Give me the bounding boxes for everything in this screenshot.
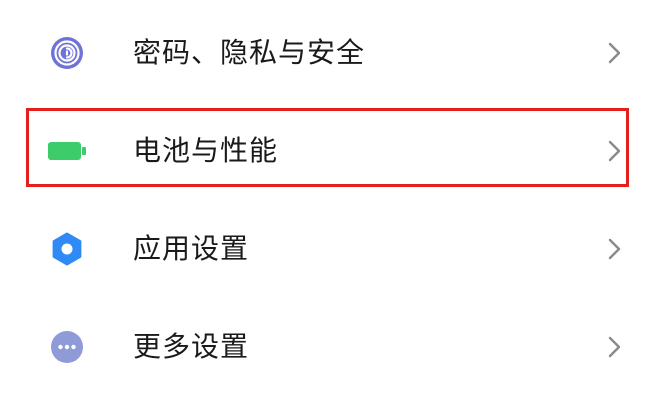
settings-item-more[interactable]: 更多设置 (0, 298, 653, 396)
chevron-right-icon (608, 336, 621, 358)
fingerprint-icon (47, 33, 87, 73)
settings-item-label: 电池与性能 (133, 134, 279, 167)
more-dots-icon (47, 327, 87, 367)
chevron-right-icon (608, 238, 621, 260)
gear-icon (47, 229, 87, 269)
settings-list: 密码、隐私与安全 电池与性能 应用设置 更多设置 (0, 0, 653, 390)
settings-item-apps[interactable]: 应用设置 (0, 200, 653, 298)
settings-item-privacy[interactable]: 密码、隐私与安全 (0, 4, 653, 102)
settings-item-battery[interactable]: 电池与性能 (0, 102, 653, 200)
battery-icon (47, 131, 87, 171)
settings-item-label: 密码、隐私与安全 (133, 36, 366, 69)
chevron-right-icon (608, 42, 621, 64)
settings-item-label: 更多设置 (133, 330, 250, 363)
chevron-right-icon (608, 140, 621, 162)
settings-item-label: 应用设置 (133, 232, 250, 265)
